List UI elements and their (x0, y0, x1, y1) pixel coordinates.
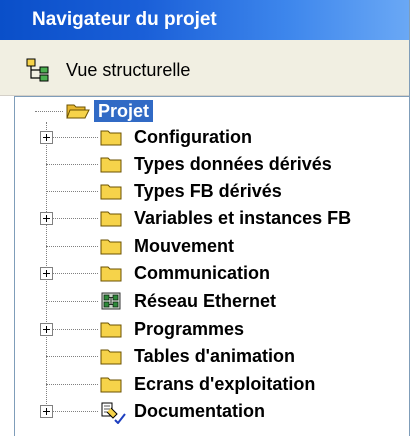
tree-connector (46, 356, 98, 357)
tree-item-communication[interactable]: Communication (134, 262, 270, 284)
folder-icon[interactable] (100, 182, 122, 200)
folder-icon[interactable] (100, 128, 122, 146)
tree-connector (35, 111, 63, 112)
tree-item-ecrans-exploitation[interactable]: Ecrans d'exploitation (134, 373, 315, 395)
tree-item-tables-animation[interactable]: Tables d'animation (134, 345, 295, 367)
tree-connector (46, 164, 98, 165)
project-navigator-window: Navigateur du projet Vue structurelle Pr… (0, 0, 410, 436)
tree-connector (46, 384, 98, 385)
tree-connector (46, 301, 98, 302)
folder-icon[interactable] (100, 347, 122, 365)
folder-icon[interactable] (100, 375, 122, 393)
expand-documentation-button[interactable] (40, 405, 53, 418)
tree-item-types-donnees-derives[interactable]: Types données dérivés (134, 153, 332, 175)
expand-variables-button[interactable] (40, 212, 53, 225)
tree-connector (46, 246, 98, 247)
folder-icon[interactable] (100, 209, 122, 227)
folder-icon[interactable] (100, 237, 122, 255)
expand-communication-button[interactable] (40, 267, 53, 280)
tree-item-configuration[interactable]: Configuration (134, 126, 252, 148)
project-tree: Projet Configuration Types données dériv… (0, 0, 410, 436)
tree-connector (46, 218, 98, 219)
tree-connector (46, 411, 98, 412)
ethernet-network-icon[interactable] (100, 291, 122, 310)
tree-connector (46, 329, 98, 330)
tree-item-reseau-ethernet[interactable]: Réseau Ethernet (134, 290, 276, 312)
tree-connector (46, 273, 98, 274)
tree-item-types-fb-derives[interactable]: Types FB dérivés (134, 180, 282, 202)
folder-icon[interactable] (100, 264, 122, 282)
tree-item-mouvement[interactable]: Mouvement (134, 235, 234, 257)
expand-configuration-button[interactable] (40, 131, 53, 144)
tree-connector (46, 191, 98, 192)
documentation-icon[interactable] (99, 400, 127, 425)
tree-item-variables-et-instances-fb[interactable]: Variables et instances FB (134, 207, 351, 229)
open-folder-icon[interactable] (66, 101, 90, 119)
tree-root-projet[interactable]: Projet (94, 100, 154, 122)
tree-item-documentation[interactable]: Documentation (134, 400, 265, 422)
tree-connector (46, 137, 98, 138)
folder-icon[interactable] (100, 320, 122, 338)
expand-programmes-button[interactable] (40, 323, 53, 336)
tree-item-programmes[interactable]: Programmes (134, 318, 244, 340)
folder-icon[interactable] (100, 155, 122, 173)
